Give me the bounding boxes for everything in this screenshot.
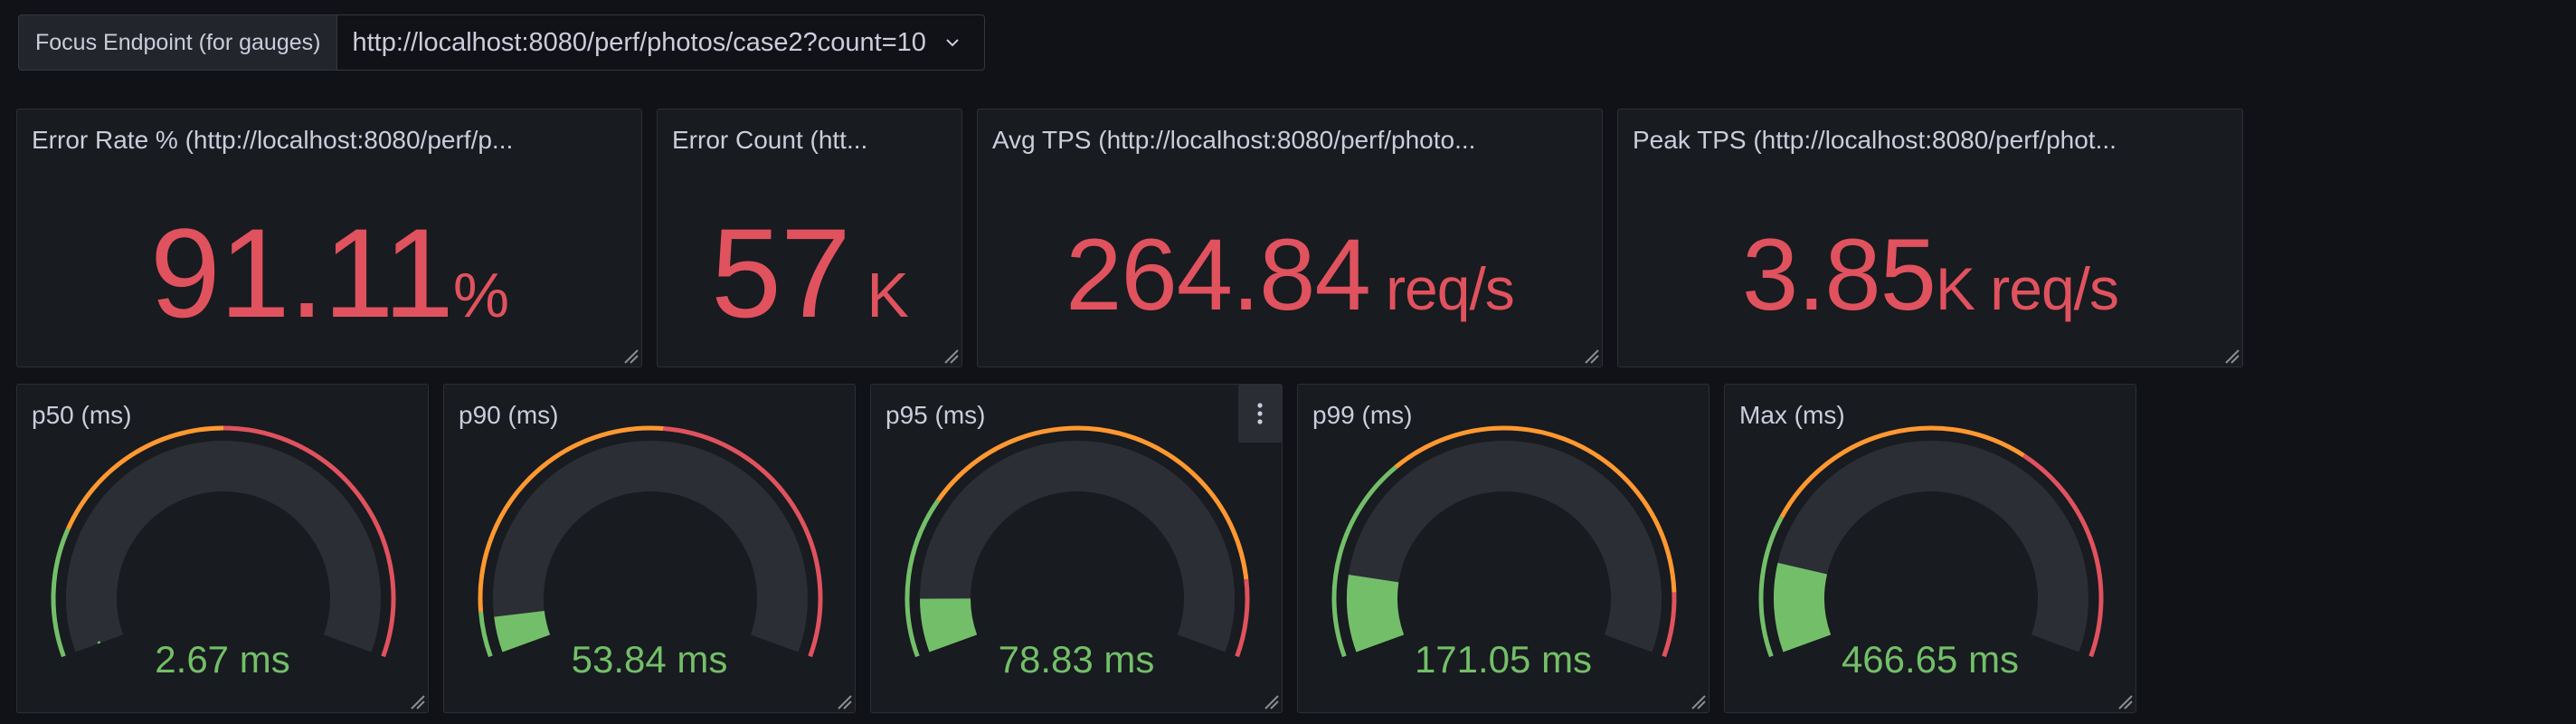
variable-bar: Focus Endpoint (for gauges) http://local… — [18, 14, 985, 71]
gauge-track — [66, 441, 381, 653]
resize-handle-icon[interactable] — [940, 345, 960, 365]
gauge-fill — [1347, 574, 1405, 653]
gauge-value: 53.84 ms — [571, 638, 728, 681]
endpoint-select-value: http://localhost:8080/perf/photos/case2?… — [352, 27, 926, 57]
more-vertical-icon — [1257, 403, 1263, 424]
gauge-value: 2.67 ms — [155, 638, 290, 681]
gauge-fill — [920, 597, 978, 653]
panel-title: Error Rate % (http://localhost:8080/perf… — [32, 126, 514, 154]
panel-menu-button[interactable] — [1238, 385, 1282, 443]
variable-label: Focus Endpoint (for gauges) — [18, 14, 338, 71]
resize-handle-icon[interactable] — [620, 345, 639, 365]
gauge-track — [1774, 441, 2088, 653]
gauge-track — [493, 441, 808, 653]
resize-handle-icon[interactable] — [833, 691, 853, 710]
gauge-value: 171.05 ms — [1414, 638, 1593, 681]
gauge-value: 466.65 ms — [1841, 638, 2020, 681]
stat-unit: % — [452, 260, 509, 330]
chevron-down-icon — [946, 39, 959, 47]
stat-value: 264.84 req/s — [978, 216, 1602, 333]
resize-handle-icon[interactable] — [406, 691, 426, 710]
panel-title: Peak TPS (http://localhost:8080/perf/pho… — [1633, 126, 2117, 154]
resize-handle-icon[interactable] — [1580, 345, 1600, 365]
stat-number: 3.85 — [1741, 218, 1937, 331]
stat-number: 264.84 — [1065, 218, 1371, 331]
gauge-value: 78.83 ms — [998, 638, 1155, 681]
gauge-panel-p95[interactable]: p95 (ms) 78.83 ms — [870, 384, 1283, 713]
endpoint-select[interactable]: http://localhost:8080/perf/photos/case2?… — [337, 14, 985, 71]
stat-value: 91.11% — [17, 200, 641, 347]
panel-title: Avg TPS (http://localhost:8080/perf/phot… — [992, 126, 1476, 154]
gauge-track — [920, 441, 1235, 653]
stat-panel-error-count[interactable]: Error Count (htt... 57 K — [657, 109, 962, 367]
resize-handle-icon[interactable] — [1260, 691, 1280, 710]
stat-number: 57 — [711, 202, 851, 344]
stat-panel-avg-tps[interactable]: Avg TPS (http://localhost:8080/perf/phot… — [977, 109, 1603, 367]
resize-handle-icon[interactable] — [2114, 691, 2134, 710]
stat-unit: req/s — [1369, 255, 1515, 322]
gauge-panel-p50[interactable]: p50 (ms) 2.67 ms — [16, 384, 429, 713]
stat-panel-error-rate[interactable]: Error Rate % (http://localhost:8080/perf… — [16, 109, 642, 367]
resize-handle-icon[interactable] — [1687, 691, 1707, 710]
gauge-fill — [1774, 562, 1832, 653]
resize-handle-icon[interactable] — [2221, 345, 2240, 365]
gauge-panel-p90[interactable]: p90 (ms) 53.84 ms — [443, 384, 856, 713]
stat-unit: K — [849, 260, 909, 330]
stat-panel-peak-tps[interactable]: Peak TPS (http://localhost:8080/perf/pho… — [1617, 109, 2243, 367]
gauge-track — [1347, 441, 1662, 653]
gauge-panel-max[interactable]: Max (ms) 466.65 ms — [1724, 384, 2136, 713]
gauge-panel-p99[interactable]: p99 (ms) 171.05 ms — [1297, 384, 1709, 713]
panel-title: Error Count (htt... — [672, 126, 868, 154]
stat-value: 3.85K req/s — [1618, 216, 2242, 333]
stat-unit: K req/s — [1935, 255, 2119, 322]
stat-number: 91.11 — [149, 202, 454, 344]
stat-value: 57 K — [658, 200, 961, 347]
